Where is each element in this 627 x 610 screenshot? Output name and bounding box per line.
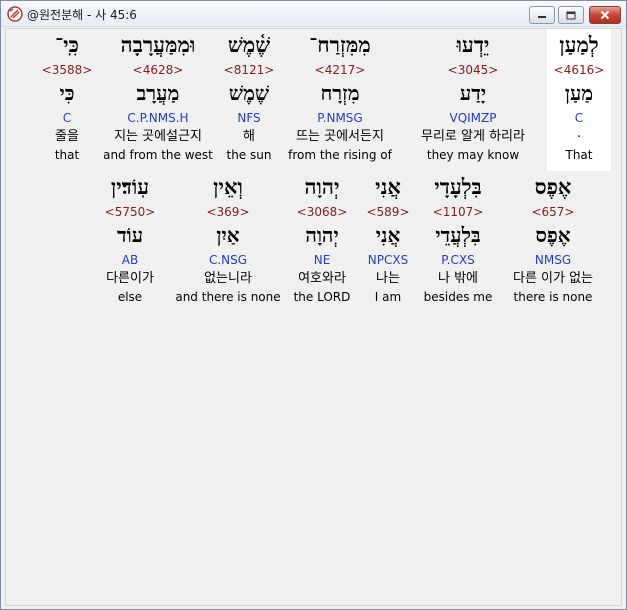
hebrew-word: עֽוֹד׃ין [110,174,150,199]
english-gloss: I am [374,290,402,304]
morphology-code: C [574,111,584,125]
strong-number: <3068> [296,205,348,219]
english-gloss: and there is none [175,290,281,304]
word-cell[interactable]: עֽוֹד׃ין <5750> עוֹד AB 다른이가 else [94,171,166,311]
app-logo-icon [7,6,23,22]
korean-gloss: 다른 이가 없는 [512,271,594,286]
strong-number: <369> [206,205,250,219]
english-gloss: That [565,148,593,162]
hebrew-word: לְמַעַן [559,32,599,57]
english-gloss: the LORD [293,290,351,304]
strong-number: <3045> [447,63,499,77]
lexical-form: אַיִן [216,223,240,247]
hebrew-word: בִּלְעָדָי [434,174,482,199]
word-cell[interactable]: יְהוָה <3068> יְהוָה NE 여호와라 the LORD [286,171,358,311]
lexical-form: שֶׁמֶשׁ [228,81,270,105]
word-cell[interactable]: וּמִמַּעֲרָבָה <4628> מַעֲרָב C.P.NMS.H … [96,29,220,169]
word-cell[interactable]: מִמִּזְרַח־ <4217> מִזְרָח P.NMSG 뜨는 곳에서… [280,29,400,169]
lexical-form: יְהוָה [305,223,339,247]
korean-gloss: 나 밖에 [437,271,478,286]
korean-gloss: 지는 곳에설근지 [114,129,202,144]
word-cell-selected[interactable]: לְמַעַן <4616> מַעַן C . That [547,29,611,171]
maximize-button[interactable] [558,6,584,24]
minimize-icon [538,16,546,18]
maximize-icon [566,11,576,19]
hebrew-word: וְאֵין [213,174,243,199]
word-cell[interactable]: אֲנִי <589> אֲנִי NPCXS 나는 I am [360,171,416,311]
word-cell[interactable]: בִּלְעָדָי <1107> בִּלְעֲדֵי P.CXS 나 밖에 … [418,171,498,311]
strong-number: <1107> [432,205,484,219]
morphology-code: AB [121,253,139,267]
morphology-code: NE [313,253,331,267]
word-cell[interactable]: שֶׁ֫מֶשׁ <8121> שֶׁמֶשׁ NFS 해 the sun [212,29,286,169]
korean-gloss: 없는니라 [204,271,252,286]
close-button[interactable] [589,6,621,24]
korean-gloss: 해 [243,129,255,144]
hebrew-word: יְהוָה [304,174,340,199]
word-cell[interactable]: יֵדְעוּ <3045> יָדַע VQIMZP 무리로 알게 하리라 t… [404,29,542,169]
hebrew-word: יֵדְעוּ [456,32,490,57]
hebrew-word: שֶׁ֫מֶשׁ [227,32,271,57]
hebrew-word: אֲנִי [375,174,401,199]
word-cell[interactable]: וְאֵין <369> אַיִן C.NSG 없는니라 and there … [174,171,282,311]
word-cell[interactable]: אֶפֶס <657> אֶפֶס NMSG 다른 이가 없는 there is… [500,171,606,311]
lexical-form: אֲנִי [375,223,401,247]
korean-gloss: 무리로 알게 하리라 [421,129,525,144]
morphology-code: C.P.NMS.H [127,111,189,125]
strong-number: <657> [531,205,575,219]
hebrew-word: אֶפֶס [534,174,572,199]
english-gloss: else [117,290,143,304]
lexical-form: יָדַע [459,81,487,105]
strong-number: <589> [366,205,410,219]
morphology-code: NPCXS [367,253,409,267]
lexical-form: מַעַן [564,81,594,105]
lexical-form: עוֹד [116,223,144,247]
english-gloss: the sun [226,148,272,162]
korean-gloss: 나는 [376,271,400,286]
morphology-code: P.CXS [441,253,475,267]
window-title: @원전분해 - 사 45:6 [27,8,137,22]
interlinear-panel: כִּֽי־ <3588> כִּי C 줄을 that וּמִמַּעֲרָ… [5,28,622,606]
strong-number: <5750> [104,205,156,219]
english-gloss: there is none [513,290,593,304]
korean-gloss: 뜨는 곳에서든지 [296,129,384,144]
strong-number: <4628> [132,63,184,77]
title-bar[interactable]: @원전분해 - 사 45:6 [1,1,626,27]
close-icon [600,10,610,20]
hebrew-word: וּמִמַּעֲרָבָה [120,32,196,57]
strong-number: <4616> [553,63,605,77]
lexical-form: אֶפֶס [535,223,571,247]
english-gloss: they may know [426,148,520,162]
morphology-code: VQIMZP [449,111,497,125]
lexical-form: מִזְרָח [320,81,360,105]
morphology-code: NMSG [534,253,572,267]
english-gloss: and from the west [103,148,213,162]
english-gloss: besides me [423,290,493,304]
lexical-form: בִּלְעֲדֵי [435,223,481,247]
korean-gloss: 다른이가 [106,271,154,286]
app-window: @원전분해 - 사 45:6 כִּֽי־ <3588> כִּי C 줄을 t… [0,0,627,610]
english-gloss: from the rising of [288,148,392,162]
hebrew-word: מִמִּזְרַח־ [309,32,371,57]
morphology-code: C.NSG [208,253,248,267]
strong-number: <8121> [223,63,275,77]
morphology-code: NFS [237,111,261,125]
korean-gloss: 여호와라 [298,271,346,286]
strong-number: <4217> [314,63,366,77]
morphology-code: P.NMSG [317,111,363,125]
lexical-form: מַעֲרָב [136,81,180,105]
minimize-button[interactable] [529,6,555,24]
korean-gloss: . [576,126,582,141]
